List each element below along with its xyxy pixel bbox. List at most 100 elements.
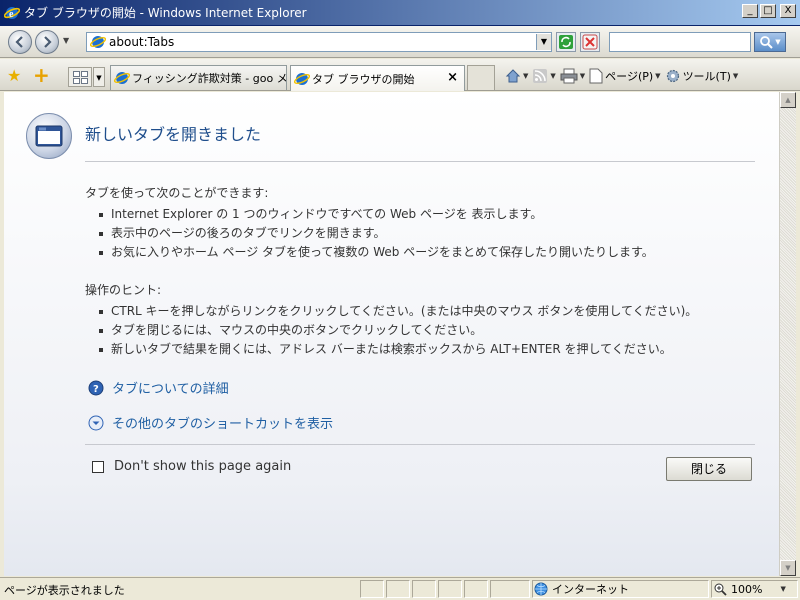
- tab-details-link-label[interactable]: タブについての詳細: [112, 378, 229, 397]
- address-bar[interactable]: about:Tabs ▼: [86, 32, 552, 52]
- security-zone[interactable]: インターネット: [534, 580, 629, 598]
- back-arrow-icon: [15, 36, 23, 48]
- ie-page-icon: [294, 72, 310, 85]
- rss-feed-icon: [533, 69, 548, 83]
- print-button[interactable]: ▼: [560, 68, 585, 84]
- refresh-button[interactable]: [556, 32, 576, 52]
- chevron-down-icon[interactable]: ▼: [523, 72, 528, 80]
- new-tab-button[interactable]: [467, 65, 495, 90]
- forward-arrow-icon: [44, 36, 52, 48]
- divider: [85, 444, 755, 445]
- dont-show-label[interactable]: Don't show this page again: [114, 459, 291, 474]
- page-icon: [589, 68, 603, 84]
- stop-icon: [582, 34, 598, 50]
- printer-icon: [560, 68, 578, 84]
- address-toolbar: ▼ about:Tabs ▼ ▼: [0, 26, 800, 58]
- back-button[interactable]: [8, 30, 32, 54]
- tab-details-link[interactable]: ? タブについての詳細: [88, 378, 229, 397]
- status-panel: [490, 580, 530, 598]
- home-icon: [505, 69, 521, 83]
- section-title: タブを使って次のことができます:: [85, 186, 269, 200]
- show-shortcuts-link[interactable]: その他のタブのショートカットを表示: [88, 413, 333, 432]
- stop-button[interactable]: [580, 32, 600, 52]
- svg-text:?: ?: [93, 384, 99, 395]
- ie-logo-icon: e: [4, 6, 20, 20]
- command-bar: ▼ ▼ ▼ ページ(P) ▼ ツール(T) ▼: [505, 68, 738, 84]
- search-options-dropdown-icon[interactable]: ▼: [775, 38, 780, 46]
- list-item: 表示中のページの後ろのタブでリンクを開きます。: [99, 224, 654, 243]
- ie-page-icon: [90, 36, 106, 48]
- tools-menu-label: ツール(T): [682, 70, 731, 83]
- chevron-down-icon[interactable]: ▼: [550, 72, 555, 80]
- title-bar: e タブ ブラウザの開始 - Windows Internet Explorer…: [0, 0, 800, 26]
- status-text: ページが表示されました: [4, 584, 125, 597]
- tips-section: 操作のヒント: CTRL キーを押しながらリンクをクリックしてください。(または…: [85, 281, 697, 359]
- divider: [85, 161, 755, 162]
- close-button[interactable]: 閉じる: [666, 457, 752, 481]
- tab-toolbar: ★ + ▼ フィッシング詐欺対策 - goo メ... タブ ブラウザの開始 ×…: [0, 59, 800, 91]
- search-input[interactable]: [609, 32, 751, 52]
- close-window-button[interactable]: X: [780, 4, 796, 18]
- feeds-button[interactable]: ▼: [532, 68, 556, 84]
- page-menu[interactable]: ページ(P) ▼: [589, 68, 661, 84]
- zoom-control[interactable]: 100% ▼: [713, 580, 786, 598]
- page-content: 新しいタブを開きました タブを使って次のことができます: Internet Ex…: [4, 92, 779, 576]
- add-favorites-icon[interactable]: +: [33, 63, 50, 87]
- search-icon: [760, 36, 774, 49]
- list-item: Internet Explorer の 1 つのウィンドウですべての Web ペ…: [99, 205, 654, 224]
- close-tab-icon[interactable]: ×: [447, 70, 458, 85]
- zoom-icon: [714, 583, 727, 596]
- search-button[interactable]: ▼: [754, 32, 786, 52]
- chevron-down-icon: ▼: [732, 72, 739, 80]
- expand-chevron-icon: [88, 415, 104, 430]
- scroll-up-icon[interactable]: ▲: [780, 92, 796, 108]
- gear-icon: [666, 69, 679, 83]
- security-zone-label: インターネット: [552, 583, 629, 596]
- window-title: タブ ブラウザの開始 - Windows Internet Explorer: [24, 6, 307, 20]
- svg-text:e: e: [9, 9, 14, 20]
- tab-phishing[interactable]: フィッシング詐欺対策 - goo メ...: [110, 65, 287, 90]
- list-item: お気に入りやホーム ページ タブを使って複数の Web ページをまとめて保存した…: [99, 243, 654, 262]
- list-item: CTRL キーを押しながらリンクをクリックしてください。(または中央のマウス ボ…: [98, 302, 697, 321]
- chevron-down-icon[interactable]: ▼: [780, 585, 785, 593]
- refresh-icon: [559, 35, 573, 49]
- tab-label: フィッシング詐欺対策 - goo メ...: [132, 72, 287, 85]
- status-panel: [438, 580, 462, 598]
- scroll-down-icon[interactable]: ▼: [780, 560, 796, 576]
- recent-pages-dropdown-icon[interactable]: ▼: [63, 36, 69, 45]
- tab-label: タブ ブラウザの開始: [312, 72, 415, 86]
- dont-show-again[interactable]: Don't show this page again: [92, 459, 291, 474]
- status-panel: [386, 580, 410, 598]
- show-shortcuts-link-label[interactable]: その他のタブのショートカットを表示: [112, 413, 333, 432]
- minimize-button[interactable]: _: [742, 4, 758, 18]
- help-icon: ?: [88, 380, 104, 395]
- quick-tabs-button[interactable]: [68, 67, 92, 87]
- status-bar: ページが表示されました インターネット 100% ▼: [0, 577, 800, 600]
- ie-page-icon: [114, 72, 130, 84]
- section-title: 操作のヒント:: [85, 283, 162, 297]
- status-panel: [412, 580, 436, 598]
- page-title: 新しいタブを開きました: [85, 125, 262, 144]
- new-tab-logo-icon: [26, 113, 72, 159]
- favorites-star-icon[interactable]: ★: [7, 66, 21, 85]
- features-section: タブを使って次のことができます: Internet Explorer の 1 つ…: [85, 184, 654, 262]
- status-panel: [464, 580, 488, 598]
- address-dropdown-icon[interactable]: ▼: [536, 34, 551, 50]
- address-input[interactable]: about:Tabs: [109, 35, 536, 49]
- list-item: 新しいタブで結果を開くには、アドレス バーまたは検索ボックスから ALT+ENT…: [98, 340, 697, 359]
- page-menu-label: ページ(P): [605, 70, 654, 83]
- maximize-button[interactable]: □: [760, 4, 776, 18]
- globe-icon: [534, 582, 548, 596]
- forward-button[interactable]: [35, 30, 59, 54]
- chevron-down-icon: ▼: [655, 72, 661, 80]
- tab-tab-browsing[interactable]: タブ ブラウザの開始 ×: [290, 65, 465, 91]
- status-panel: [360, 580, 384, 598]
- tools-menu[interactable]: ツール(T) ▼: [665, 68, 739, 84]
- vertical-scrollbar[interactable]: ▲ ▼: [779, 92, 796, 576]
- window-tabs-icon: [35, 125, 63, 147]
- chevron-down-icon[interactable]: ▼: [580, 72, 585, 80]
- home-button[interactable]: ▼: [505, 68, 528, 84]
- dont-show-checkbox[interactable]: [92, 460, 104, 473]
- list-item: タブを閉じるには、マウスの中央のボタンでクリックしてください。: [98, 321, 697, 340]
- tab-list-dropdown-icon[interactable]: ▼: [93, 67, 105, 87]
